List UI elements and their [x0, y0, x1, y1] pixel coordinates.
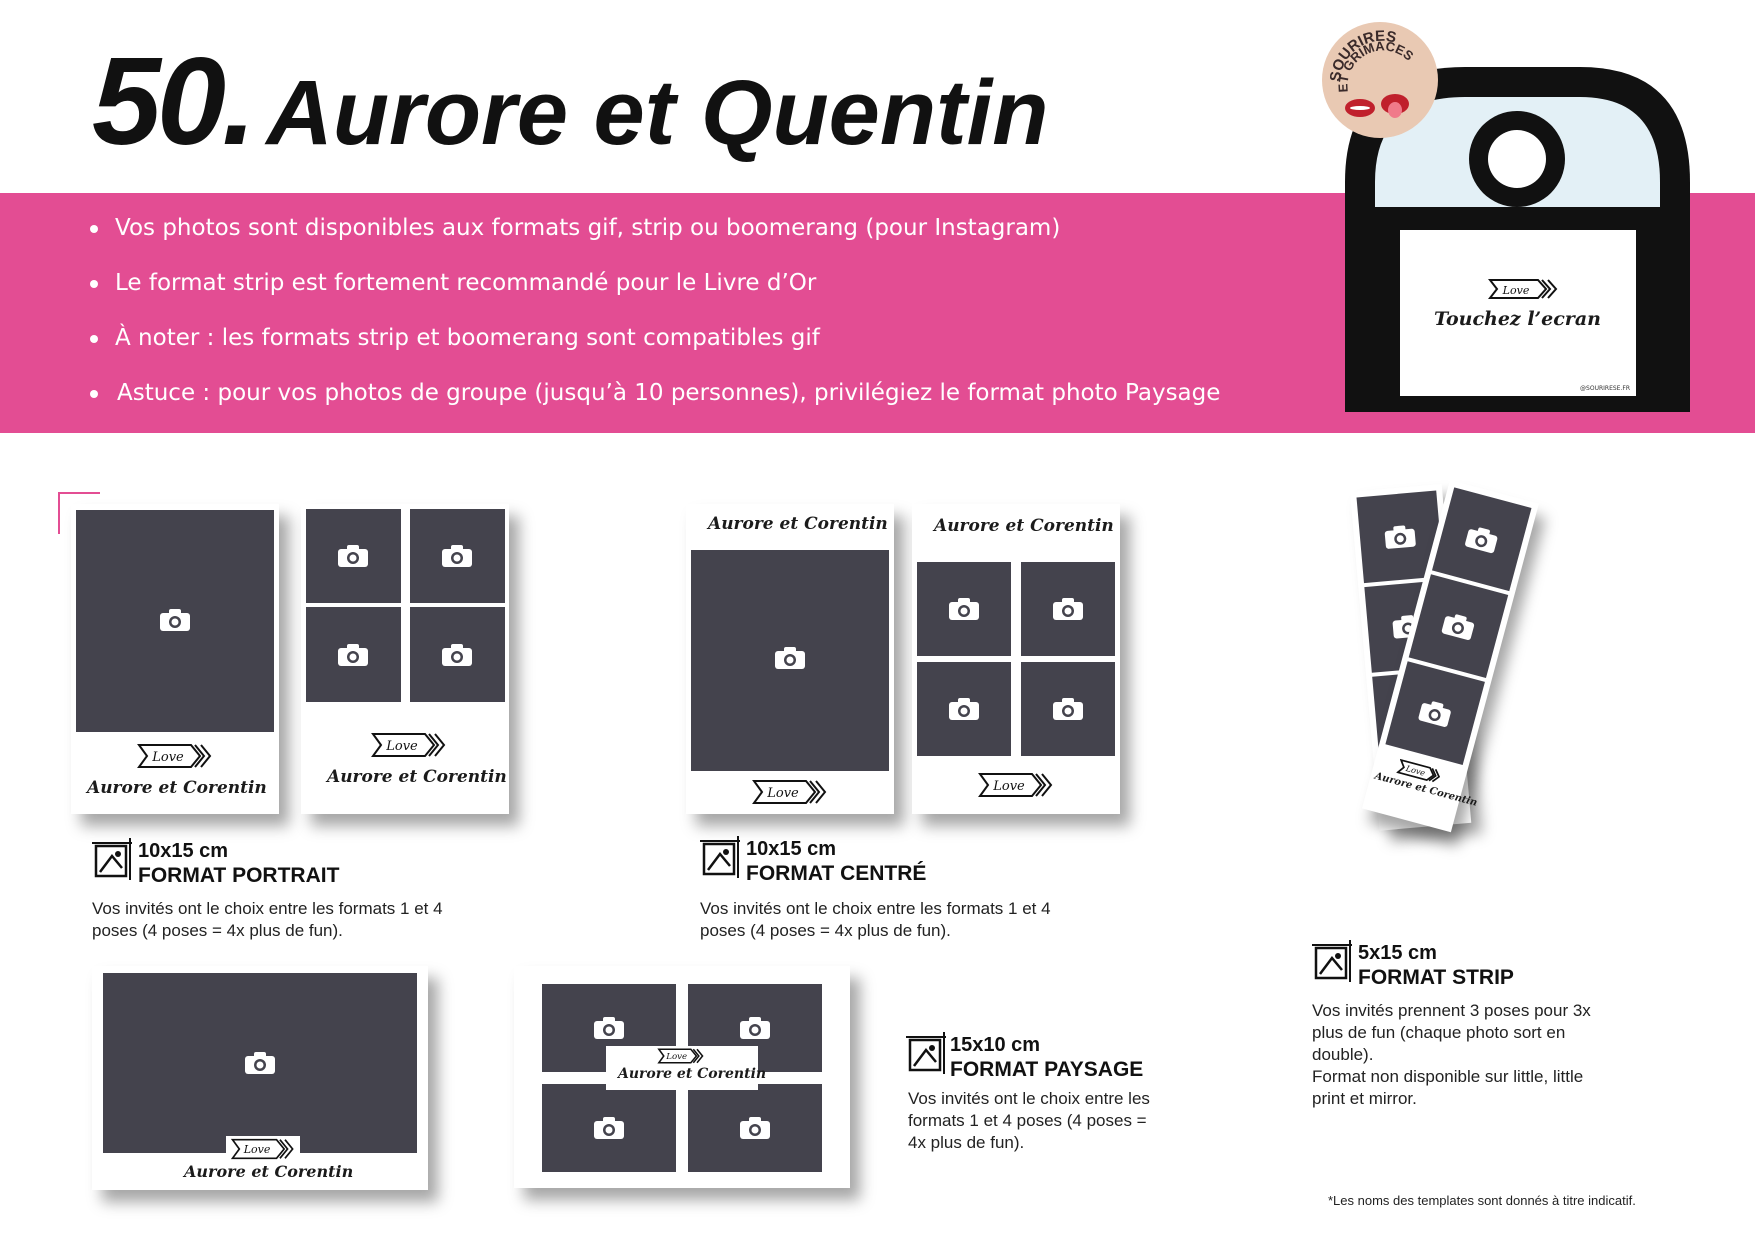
photo-placeholder — [76, 510, 274, 732]
love-arrow-icon: Love — [137, 743, 213, 773]
svg-text:Love: Love — [665, 1052, 687, 1062]
camera-icon — [1384, 525, 1416, 549]
bullet-icon — [90, 225, 98, 233]
camera-icon — [1053, 698, 1083, 720]
photo-placeholder — [306, 509, 401, 603]
photo-placeholder — [410, 607, 505, 702]
format-name: FORMAT PORTRAIT — [138, 864, 340, 887]
love-arrow-icon: Love — [371, 732, 447, 762]
photo-placeholder — [917, 662, 1011, 756]
camera-icon — [949, 698, 979, 720]
bullet-icon — [90, 335, 98, 343]
camera-icon — [1465, 527, 1498, 554]
camera-icon — [338, 644, 368, 666]
paysage-card-1pose: Love Aurore et Corentin — [92, 966, 428, 1190]
camera-icon — [949, 598, 979, 620]
template-names: Aurore et Corentin — [934, 516, 1114, 536]
photo-placeholder — [410, 509, 505, 603]
photo-placeholder — [1021, 662, 1115, 756]
format-size: 15x10 cm — [950, 1034, 1041, 1056]
photo-placeholder — [1385, 661, 1485, 765]
photo-placeholder — [1408, 574, 1509, 679]
svg-text:Love: Love — [243, 1143, 271, 1156]
photo-placeholder — [691, 550, 889, 771]
camera-icon — [740, 1017, 770, 1039]
title-number: 50. — [92, 33, 256, 171]
photo-placeholder — [1021, 562, 1115, 656]
svg-text:Love: Love — [151, 750, 184, 765]
info-item: Astuce : pour vos photos de groupe (jusq… — [88, 377, 1220, 432]
strip-illustration: Love Aurore et Corentin — [1330, 480, 1610, 860]
template-names: Aurore et Corentin — [327, 767, 507, 787]
title-name: Aurore et Quentin — [266, 62, 1049, 164]
camera-icon — [1441, 614, 1475, 641]
format-description: Vos invités prennent 3 poses pour 3x plu… — [1312, 1001, 1591, 1064]
photo-placeholder — [542, 1084, 676, 1172]
camera-icon — [442, 545, 472, 567]
brand-badge: SOURIRES ET GRIMACES — [1322, 22, 1438, 138]
center-label-panel: Love Aurore et Corentin — [606, 1046, 766, 1090]
format-size-icon — [92, 838, 132, 880]
love-arrow-icon: Love — [752, 779, 828, 809]
footnote: *Les noms des templates sont donnés à ti… — [1328, 1193, 1636, 1208]
paysage-card-4poses: Love Aurore et Corentin — [514, 966, 850, 1188]
info-list: Vos photos sont disponibles aux formats … — [88, 212, 1220, 432]
format-size: 10x15 cm — [138, 840, 229, 862]
template-names: Aurore et Corentin — [87, 778, 267, 798]
info-item: Vos photos sont disponibles aux formats … — [88, 212, 1220, 267]
svg-text:Love: Love — [992, 779, 1025, 794]
camera-icon — [775, 647, 805, 669]
format-name: FORMAT STRIP — [1358, 966, 1514, 989]
love-arrow-icon: Love — [978, 772, 1054, 802]
camera-icon — [594, 1017, 624, 1039]
bullet-icon — [90, 280, 98, 288]
format-size: 5x15 cm — [1358, 942, 1437, 964]
photo-placeholder — [688, 1084, 822, 1172]
info-item: Le format strip est fortement recommandé… — [88, 267, 1220, 322]
format-size-icon — [1312, 940, 1352, 982]
svg-text:Love: Love — [766, 786, 799, 801]
camera-icon — [442, 644, 472, 666]
format-description: Vos invités ont le choix entre les forma… — [908, 1089, 1150, 1152]
portrait-card-1pose: Love Aurore et Corentin — [71, 504, 279, 814]
booth-credit: @SOURIRESE.FR — [1580, 385, 1630, 392]
format-description: Vos invités ont le choix entre les forma… — [700, 899, 1051, 940]
camera-icon — [245, 1052, 275, 1074]
portrait-card-4poses: Love Aurore et Corentin — [301, 504, 509, 814]
template-names: Aurore et Corentin — [708, 514, 888, 534]
template-names: Aurore et Corentin — [618, 1066, 767, 1082]
svg-text:Love: Love — [385, 739, 418, 754]
love-arrow-icon: Love — [656, 1048, 706, 1068]
bullet-icon — [90, 390, 98, 398]
format-restriction: Format non disponible sur little, little… — [1312, 1067, 1584, 1108]
camera-icon — [1053, 598, 1083, 620]
format-size: 10x15 cm — [746, 838, 837, 860]
photo-placeholder — [1431, 487, 1532, 592]
info-item: À noter : les formats strip et boomerang… — [88, 322, 1220, 377]
template-names: Aurore et Corentin — [184, 1162, 354, 1181]
photo-placeholder — [103, 973, 417, 1153]
svg-text:Love: Love — [1502, 284, 1530, 297]
booth-screen: Love Touchez l’ecran @SOURIRESE.FR — [1400, 230, 1636, 396]
camera-icon — [160, 609, 190, 631]
camera-icon — [338, 545, 368, 567]
format-description: Vos invités ont le choix entre les forma… — [92, 899, 443, 940]
photo-placeholder — [917, 562, 1011, 656]
camera-icon — [740, 1117, 770, 1139]
centre-card-1pose: Aurore et Corentin Love — [686, 504, 894, 814]
love-arrow-icon: Love — [1487, 278, 1558, 304]
svg-text:ET GRIMACES: ET GRIMACES — [1335, 38, 1416, 92]
format-size-icon — [700, 836, 740, 878]
touch-screen-text: Touchez l’ecran — [1434, 308, 1601, 330]
format-name: FORMAT PAYSAGE — [950, 1058, 1144, 1081]
centre-card-4poses: Aurore et Corentin Love — [912, 504, 1120, 814]
camera-icon — [594, 1117, 624, 1139]
page-title: 50. Aurore et Quentin — [92, 40, 1048, 164]
camera-icon — [1418, 701, 1451, 727]
photo-placeholder — [306, 607, 401, 702]
format-name: FORMAT CENTRÉ — [746, 862, 927, 885]
format-size-icon — [906, 1032, 946, 1074]
